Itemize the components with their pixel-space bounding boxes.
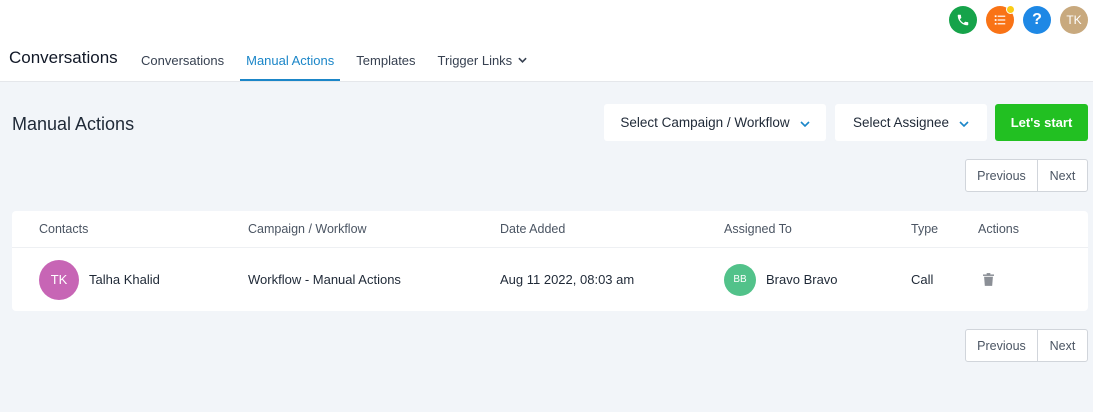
contact-cell[interactable]: TK Talha Khalid xyxy=(39,248,160,311)
chevron-down-icon xyxy=(800,115,810,130)
phone-icon[interactable] xyxy=(949,6,977,34)
top-header: ? TK Conversations Conversations Manual … xyxy=(0,0,1093,82)
assignee-name: Bravo Bravo xyxy=(766,272,838,287)
pagination-top: Previous Next xyxy=(965,159,1088,192)
tab-templates[interactable]: Templates xyxy=(356,40,415,81)
chevron-down-icon xyxy=(518,55,527,66)
chevron-down-icon xyxy=(959,115,969,130)
pagination-bottom: Previous Next xyxy=(965,329,1088,362)
workflow-cell: Workflow - Manual Actions xyxy=(248,272,401,287)
column-header-campaign: Campaign / Workflow xyxy=(248,222,367,236)
actions-cell xyxy=(983,248,994,311)
notification-dot xyxy=(1006,5,1015,14)
app-title: Conversations xyxy=(9,48,118,67)
previous-button[interactable]: Previous xyxy=(966,330,1038,361)
manual-actions-table: Contacts Campaign / Workflow Date Added … xyxy=(12,211,1088,311)
column-header-assigned: Assigned To xyxy=(724,222,792,236)
campaign-select-label: Select Campaign / Workflow xyxy=(620,115,790,130)
tab-trigger-links[interactable]: Trigger Links xyxy=(438,40,528,81)
assignee-select-label: Select Assignee xyxy=(852,115,950,130)
table-row[interactable]: TK Talha Khalid Workflow - Manual Action… xyxy=(12,248,1088,311)
column-header-date: Date Added xyxy=(500,222,566,236)
user-avatar[interactable]: TK xyxy=(1060,6,1088,34)
next-button[interactable]: Next xyxy=(1038,160,1087,191)
campaign-workflow-select[interactable]: Select Campaign / Workflow xyxy=(604,104,826,141)
type-cell: Call xyxy=(911,272,934,287)
assignee-select[interactable]: Select Assignee xyxy=(835,104,987,141)
date-added-cell: Aug 11 2022, 08:03 am xyxy=(500,272,635,287)
contact-name: Talha Khalid xyxy=(89,272,160,287)
previous-button[interactable]: Previous xyxy=(966,160,1038,191)
column-header-contacts: Contacts xyxy=(39,222,89,236)
task-list-icon[interactable] xyxy=(986,5,1015,34)
help-icon[interactable]: ? xyxy=(1023,6,1051,34)
tab-conversations[interactable]: Conversations xyxy=(141,40,224,81)
header-icon-group: ? TK xyxy=(949,5,1088,34)
lets-start-button[interactable]: Let's start xyxy=(995,104,1088,141)
table-header: Contacts Campaign / Workflow Date Added … xyxy=(12,211,1088,248)
tab-manual-actions[interactable]: Manual Actions xyxy=(240,40,341,81)
nav-tabs: Conversations Manual Actions Templates T… xyxy=(141,40,549,81)
next-button[interactable]: Next xyxy=(1038,330,1087,361)
trash-icon[interactable] xyxy=(983,273,994,286)
assignee-avatar: BB xyxy=(724,263,756,296)
tab-trigger-links-label: Trigger Links xyxy=(437,53,513,68)
assignee-cell: BB Bravo Bravo xyxy=(724,248,838,311)
page-title: Manual Actions xyxy=(12,114,135,134)
column-header-actions: Actions xyxy=(978,222,1019,236)
column-header-type: Type xyxy=(911,222,939,236)
contact-avatar: TK xyxy=(39,259,79,300)
